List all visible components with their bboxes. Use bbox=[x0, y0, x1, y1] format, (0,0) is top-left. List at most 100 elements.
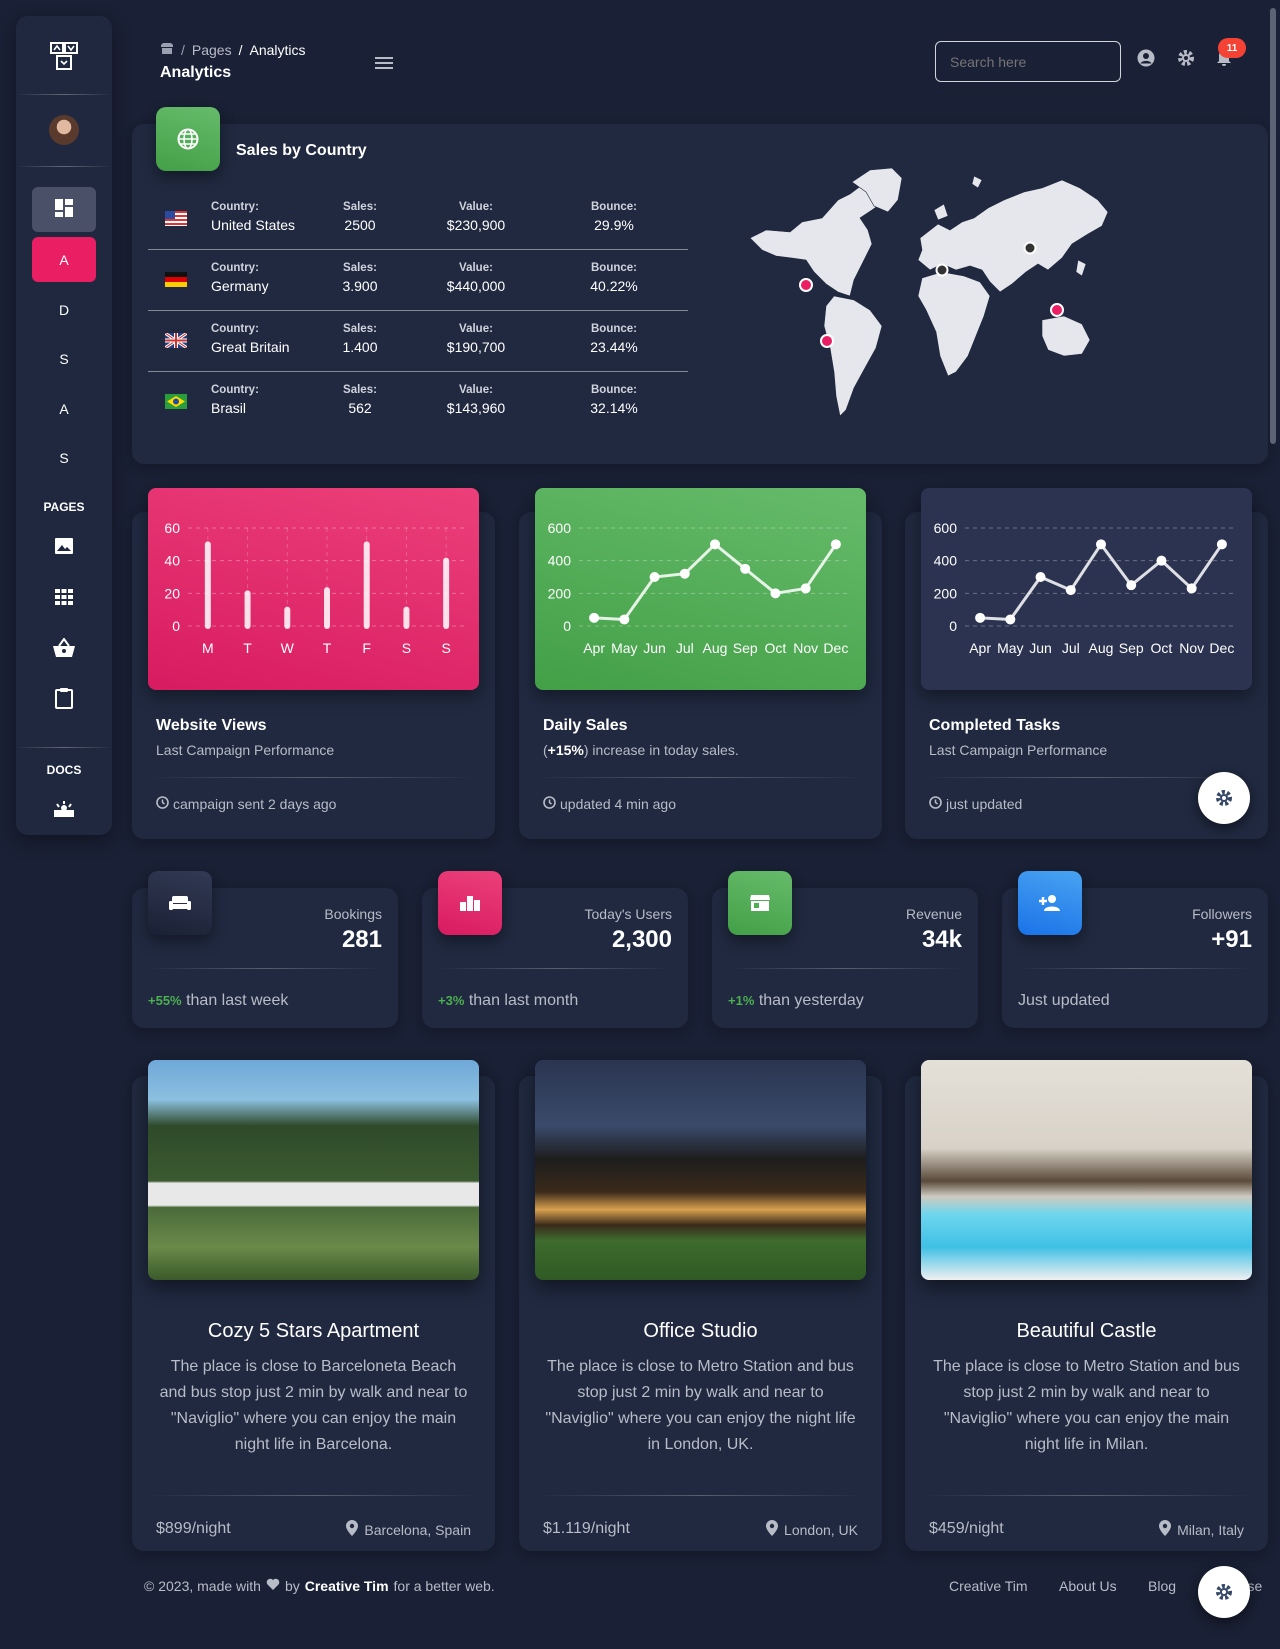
account-icon[interactable] bbox=[1136, 48, 1156, 68]
sidebar-item-a2[interactable]: A bbox=[32, 386, 96, 431]
data-point-5 bbox=[1096, 539, 1106, 550]
footer-link-blog[interactable]: Blog bbox=[1148, 1578, 1176, 1594]
table-row-divider bbox=[148, 249, 688, 250]
x-tick-label: Jul bbox=[676, 640, 694, 656]
person-add-icon bbox=[1018, 871, 1082, 935]
clock-icon bbox=[156, 796, 169, 812]
menu-toggle-icon[interactable] bbox=[374, 55, 394, 71]
search-input[interactable] bbox=[935, 41, 1121, 82]
map-marker-russia bbox=[1023, 241, 1037, 255]
y-tick-label: 40 bbox=[164, 553, 180, 569]
x-tick-label: Apr bbox=[583, 640, 605, 656]
chart-card-footer: just updated bbox=[929, 796, 1022, 812]
bounce-label: Bounce: bbox=[591, 262, 637, 274]
x-tick-label: Nov bbox=[1179, 640, 1204, 656]
value-value: $230,900 bbox=[446, 217, 506, 233]
stat-value: 34k bbox=[921, 926, 962, 953]
x-tick-label: M bbox=[202, 640, 214, 656]
map-marker-germany bbox=[935, 263, 949, 277]
property-description: The place is close to Metro Station and … bbox=[545, 1358, 856, 1453]
property-image[interactable] bbox=[148, 1060, 479, 1280]
docs-heading: DOCS bbox=[46, 763, 82, 777]
property-title[interactable]: Office Studio bbox=[519, 1320, 882, 1343]
data-point-4 bbox=[1065, 585, 1076, 596]
author-link[interactable]: Creative Tim bbox=[305, 1578, 389, 1594]
country-row-sales-cell: Sales: 1.400 bbox=[315, 323, 405, 355]
sidebar-item-apps[interactable] bbox=[32, 576, 96, 621]
stat-delta: +1% bbox=[728, 993, 755, 1008]
scrollbar[interactable] bbox=[1270, 8, 1276, 444]
y-tick-label: 400 bbox=[548, 553, 572, 569]
y-tick-label: 60 bbox=[164, 520, 180, 536]
home-icon[interactable] bbox=[160, 42, 174, 58]
data-point-9 bbox=[1216, 539, 1227, 550]
stat-label: Revenue bbox=[905, 906, 962, 922]
sidebar-item-a[interactable]: A bbox=[32, 237, 96, 282]
getting-started-icon bbox=[53, 800, 75, 821]
property-image[interactable] bbox=[535, 1060, 866, 1280]
chart-card-footer-text: just updated bbox=[946, 796, 1023, 812]
flag-gb-icon bbox=[164, 331, 188, 350]
footer-link-creative-tim[interactable]: Creative Tim bbox=[949, 1578, 1028, 1594]
bounce-value: 40.22% bbox=[590, 278, 638, 294]
sales-value: 1.400 bbox=[342, 339, 378, 355]
avatar[interactable] bbox=[49, 115, 79, 145]
x-tick-label: T bbox=[243, 640, 252, 656]
leaderboard-icon bbox=[438, 871, 502, 935]
sidebar-item-s2[interactable]: S bbox=[32, 435, 96, 480]
chart-card-divider bbox=[148, 777, 479, 778]
property-title[interactable]: Beautiful Castle bbox=[905, 1320, 1268, 1343]
sidebar-item-d[interactable]: D bbox=[32, 287, 96, 332]
sidebar-item-images[interactable] bbox=[32, 525, 96, 570]
brand-logo-icon[interactable] bbox=[48, 40, 80, 72]
x-tick-label: Nov bbox=[793, 640, 818, 656]
property-image[interactable] bbox=[921, 1060, 1252, 1280]
stat-divider bbox=[728, 968, 962, 969]
sidebar: A D S A S PAGES DOCS bbox=[16, 16, 112, 835]
sidebar-item-getting-started[interactable] bbox=[32, 788, 96, 833]
subtitle-rest: ) increase in today sales. bbox=[583, 742, 739, 758]
x-tick-label: Apr bbox=[969, 640, 991, 656]
configurator-settings-icon-bottom[interactable] bbox=[1198, 1566, 1250, 1618]
location-pin-icon bbox=[346, 1520, 359, 1539]
footer-link-about-us[interactable]: About Us bbox=[1059, 1578, 1117, 1594]
x-tick-label: W bbox=[281, 640, 295, 656]
stat-label: Bookings bbox=[324, 906, 382, 922]
stat-note: than last month bbox=[464, 992, 579, 1009]
flag-de-icon bbox=[165, 272, 187, 287]
copyright-post: for a better web. bbox=[393, 1578, 495, 1594]
property-price: $459/night bbox=[929, 1520, 1004, 1537]
sidebar-item-s[interactable]: S bbox=[32, 336, 96, 381]
sidebar-item-ecommerce[interactable] bbox=[32, 627, 96, 672]
data-point-6 bbox=[740, 563, 751, 574]
y-tick-label: 0 bbox=[563, 618, 571, 634]
stat-value: 281 bbox=[341, 926, 382, 953]
stat-divider bbox=[148, 968, 382, 969]
property-card-2: Office Studio The place is close to Metro… bbox=[519, 1060, 882, 1551]
breadcrumb-pages[interactable]: Pages bbox=[192, 42, 232, 58]
chart-box-3: 0 200 400 600 Apr May Jun Jul Aug Sep Oct Nov Dec bbox=[921, 488, 1252, 690]
property-title[interactable]: Cozy 5 Stars Apartment bbox=[132, 1320, 495, 1343]
country-row-value-cell: Value: $230,900 bbox=[431, 201, 521, 233]
top-navbar: / Pages / Analytics Analytics 11 bbox=[152, 38, 1246, 86]
data-point-7 bbox=[1156, 555, 1167, 566]
bounce-value: 29.9% bbox=[594, 217, 634, 233]
configurator-settings-icon[interactable] bbox=[1198, 772, 1250, 824]
property-location: London, UK bbox=[766, 1520, 858, 1539]
sidebar-item-tasks[interactable] bbox=[32, 677, 96, 722]
data-point-8 bbox=[1186, 583, 1197, 594]
chart-card-divider bbox=[535, 777, 866, 778]
value-label: Value: bbox=[459, 262, 493, 274]
chart-card-subtitle: (+15%) increase in today sales. bbox=[543, 742, 739, 758]
x-tick-label: S bbox=[441, 640, 450, 656]
chart-card-divider bbox=[921, 777, 1252, 778]
copyright-by: by bbox=[284, 1578, 300, 1594]
sidebar-item-label: D bbox=[58, 301, 70, 318]
x-tick-label: Dec bbox=[823, 640, 848, 656]
world-map[interactable] bbox=[742, 160, 1146, 430]
property-card-3: Beautiful Castle The place is close to Me… bbox=[905, 1060, 1268, 1551]
x-tick-label: May bbox=[611, 640, 637, 656]
sidebar-item-dashboard[interactable] bbox=[32, 187, 96, 232]
stat-note: than last week bbox=[181, 992, 289, 1009]
settings-gear-icon[interactable] bbox=[1176, 48, 1196, 68]
